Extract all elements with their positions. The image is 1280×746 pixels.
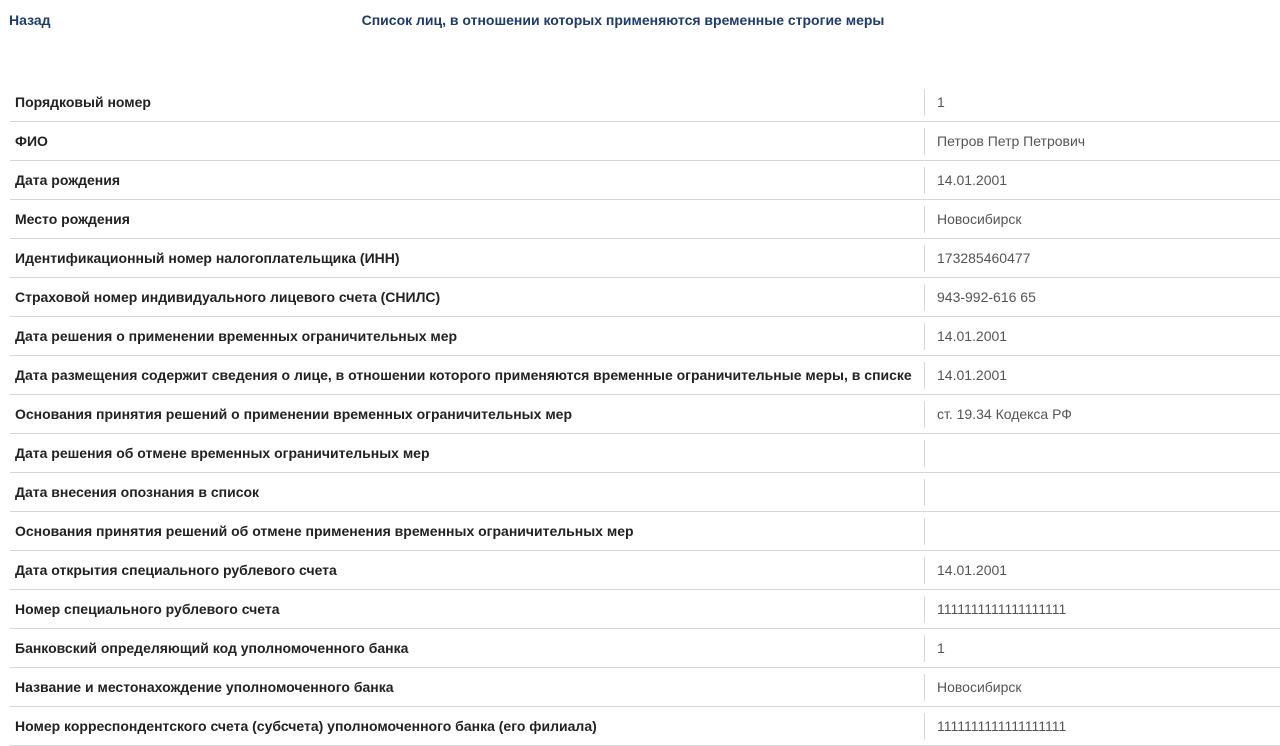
row-value: 14.01.2001 [924, 557, 1280, 584]
row-value: 14.01.2001 [924, 167, 1280, 194]
row-value [924, 518, 1280, 545]
detail-row-inn: Идентификационный номер налогоплательщик… [10, 239, 1280, 278]
row-label: ФИО [15, 133, 48, 149]
row-label: Страховой номер индивидуального лицевого… [15, 289, 441, 305]
detail-row-cancel-grounds: Основания принятия решений об отмене при… [10, 512, 1280, 551]
row-value: 1 [924, 635, 1280, 662]
detail-row-list-entry-date: Дата внесения опознания в список [10, 473, 1280, 512]
detail-row-cancel-decision-date: Дата решения об отмене временных огранич… [10, 434, 1280, 473]
row-label: Номер корреспондентского счета (субсчета… [15, 718, 597, 734]
detail-row-account-number: Номер специального рублевого счета 11111… [10, 590, 1280, 629]
row-label: Банковский определяющий код уполномоченн… [15, 640, 409, 656]
detail-row-birth-date: Дата рождения 14.01.2001 [10, 161, 1280, 200]
row-value: 14.01.2001 [924, 362, 1280, 389]
page-title: Список лиц, в отношении которых применяю… [361, 12, 885, 28]
top-bar: Назад Список лиц, в отношении которых пр… [0, 0, 1280, 40]
detail-row-snils: Страховой номер индивидуального лицевого… [10, 278, 1280, 317]
row-value [924, 479, 1280, 506]
row-label: Дата решения об отмене временных огранич… [15, 445, 430, 461]
row-value: Новосибирск [924, 674, 1280, 701]
detail-row-full-name: ФИО Петров Петр Петрович [10, 122, 1280, 161]
detail-row-measures-grounds: Основания принятия решений о применении … [10, 395, 1280, 434]
row-label: Место рождения [15, 211, 130, 227]
row-label: Дата размещения содержит сведения о лице… [15, 367, 912, 383]
row-value: 1111111111111111111 [924, 713, 1280, 740]
row-label: Дата решения о применении временных огра… [15, 328, 458, 344]
detail-row-listing-date: Дата размещения содержит сведения о лице… [10, 356, 1280, 395]
row-label: Дата рождения [15, 172, 121, 188]
detail-row-bank-name-location: Название и местонахождение уполномоченно… [10, 668, 1280, 707]
detail-row-measures-decision-date: Дата решения о применении временных огра… [10, 317, 1280, 356]
row-label: Порядковый номер [15, 94, 151, 110]
detail-row-correspondent-account: Номер корреспондентского счета (субсчета… [10, 707, 1280, 746]
row-value: 14.01.2001 [924, 323, 1280, 350]
row-value: 1111111111111111111 [924, 596, 1280, 623]
row-value: Новосибирск [924, 206, 1280, 233]
row-value: ст. 19.34 Кодекса РФ [924, 401, 1280, 428]
row-label: Номер специального рублевого счета [15, 601, 280, 617]
row-value: 173285460477 [924, 245, 1280, 272]
row-label: Идентификационный номер налогоплательщик… [15, 250, 400, 266]
row-value: Петров Петр Петрович [924, 128, 1280, 155]
row-label: Дата внесения опознания в список [15, 484, 260, 500]
row-value: 1 [924, 89, 1280, 116]
detail-row-account-open-date: Дата открытия специального рублевого сче… [10, 551, 1280, 590]
row-value: 943-992-616 65 [924, 284, 1280, 311]
detail-row-bank-bic: Банковский определяющий код уполномоченн… [10, 629, 1280, 668]
row-label: Основания принятия решений об отмене при… [15, 523, 634, 539]
detail-row-birth-place: Место рождения Новосибирск [10, 200, 1280, 239]
detail-row-serial-number: Порядковый номер 1 [10, 83, 1280, 122]
details-table: Порядковый номер 1 ФИО Петров Петр Петро… [10, 83, 1280, 746]
row-label: Основания принятия решений о применении … [15, 406, 573, 422]
row-label: Название и местонахождение уполномоченно… [15, 679, 394, 695]
row-value [924, 440, 1280, 467]
row-label: Дата открытия специального рублевого сче… [15, 562, 337, 578]
